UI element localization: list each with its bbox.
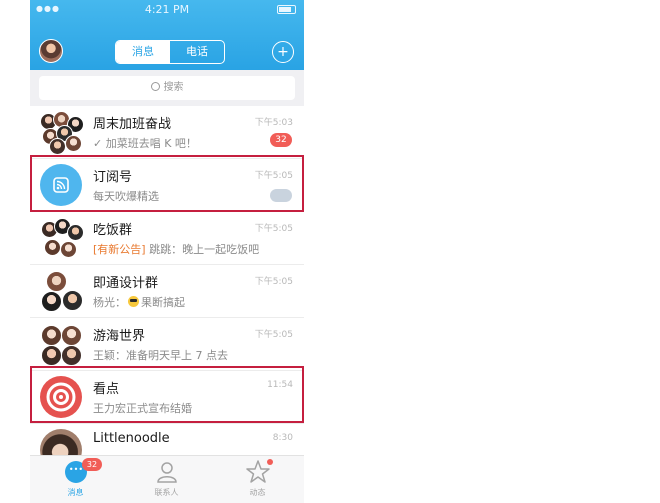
conversation-row-dinner-group[interactable]: 吃饭群 [有新公告] 跳跳：晚上一起吃饭吧 下午5:05 — [30, 212, 304, 265]
tab-label: 动态 — [249, 488, 266, 497]
conversation-preview: 每天吹爆精选 — [93, 190, 159, 203]
search-bar: 搜索 — [30, 70, 304, 106]
conversation-time: 下午5:05 — [254, 277, 293, 287]
conversation-title: 游海世界 — [93, 329, 146, 344]
conversation-preview: 杨光： 果断搞起 — [93, 294, 278, 310]
phone-screen: ●●● 4:21 PM 消息 电话 + 搜索 周末加班奋战 ✓ 加菜班去唱 K … — [30, 0, 304, 503]
tab-label: 消息 — [67, 488, 84, 497]
new-activity-dot — [267, 459, 273, 465]
add-button[interactable]: + — [272, 41, 294, 63]
conversation-title: 吃饭群 — [93, 223, 133, 238]
segment-messages[interactable]: 消息 — [116, 41, 170, 63]
conversation-time: 下午5:05 — [254, 330, 293, 340]
conversation-time: 11:54 — [267, 380, 293, 390]
muted-unread-indicator — [270, 189, 292, 202]
conversation-time: 下午5:03 — [254, 118, 293, 128]
conversation-preview: [有新公告] 跳跳：晚上一起吃饭吧 — [93, 241, 278, 257]
group-avatar — [40, 270, 83, 312]
target-icon — [46, 382, 76, 412]
conversation-preview: 王颖：准备明天早上 7 点去 — [93, 349, 228, 362]
conversation-time: 8:30 — [272, 433, 293, 443]
sunglasses-emoji-icon — [128, 296, 139, 307]
tab-contacts[interactable]: 联系人 — [121, 456, 212, 503]
conversation-title: Littlenoodle — [93, 431, 170, 446]
my-avatar[interactable] — [39, 39, 63, 63]
group-avatar — [40, 217, 84, 259]
search-placeholder: 搜索 — [163, 82, 184, 93]
search-input[interactable]: 搜索 — [39, 76, 295, 100]
announcement-tag: [有新公告] — [93, 243, 146, 256]
conversation-row-kandian[interactable]: 看点 王力宏正式宣布结婚 11:54 — [30, 371, 304, 424]
status-bar: ●●● 4:21 PM — [30, 0, 304, 18]
preview-text: 跳跳：晚上一起吃饭吧 — [149, 243, 260, 256]
subscription-avatar — [40, 164, 82, 206]
search-icon — [150, 82, 160, 91]
conversation-row-weekend-overtime[interactable]: 周末加班奋战 ✓ 加菜班去唱 K 吧！ 下午5:03 32 — [30, 106, 304, 159]
segment-phone[interactable]: 电话 — [170, 41, 224, 63]
tab-unread-badge: 32 — [82, 458, 102, 471]
group-avatar — [40, 323, 82, 366]
rss-icon — [53, 177, 69, 193]
conversation-preview: ✓ 加菜班去唱 K 吧！ — [93, 137, 197, 150]
conversation-title: 即通设计群 — [93, 276, 159, 291]
person-icon — [157, 462, 177, 483]
tab-messages[interactable]: 32 消息 — [30, 456, 121, 503]
group-avatar — [40, 111, 84, 155]
preview-sender: 杨光： — [93, 296, 126, 309]
conversation-preview: 王力宏正式宣布结婚 — [93, 402, 192, 415]
tab-activity[interactable]: 动态 — [212, 456, 303, 503]
conversation-title: 周末加班奋战 — [93, 117, 172, 132]
conversation-row-sea-world[interactable]: 游海世界 王颖：准备明天早上 7 点去 下午5:05 — [30, 318, 304, 371]
message-phone-switch: 消息 电话 — [115, 40, 225, 64]
app-header: ●●● 4:21 PM 消息 电话 + — [30, 0, 304, 70]
conversation-time: 下午5:05 — [254, 171, 293, 181]
conversation-row-subscriptions[interactable]: 订阅号 每天吹爆精选 下午5:05 — [30, 159, 304, 212]
preview-text: 果断搞起 — [141, 296, 185, 309]
tab-label: 联系人 — [154, 488, 179, 497]
unread-badge: 32 — [270, 133, 292, 147]
kandian-avatar — [40, 376, 82, 418]
conversation-title: 订阅号 — [93, 170, 133, 185]
status-time: 4:21 PM — [144, 3, 190, 16]
conversation-row-design-group[interactable]: 即通设计群 杨光： 果断搞起 下午5:05 — [30, 265, 304, 318]
battery-icon — [277, 5, 296, 14]
conversation-time: 下午5:05 — [254, 224, 293, 234]
conversation-title: 看点 — [93, 382, 120, 397]
bottom-tab-bar: 32 消息 联系人 动态 — [30, 455, 304, 503]
